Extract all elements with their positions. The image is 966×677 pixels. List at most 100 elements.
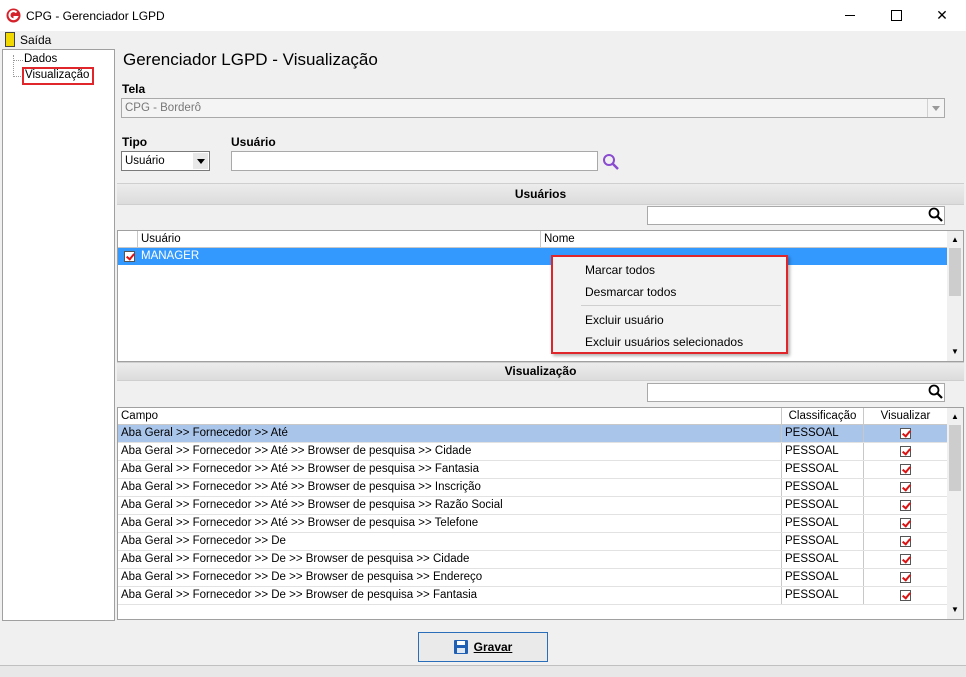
table-row[interactable]: Aba Geral >> Fornecedor >> De >> Browser… <box>118 551 947 569</box>
usuario-input[interactable] <box>231 151 598 171</box>
column-header-nome[interactable]: Nome <box>541 231 947 248</box>
scroll-down-icon[interactable]: ▼ <box>951 605 959 614</box>
table-row[interactable]: Aba Geral >> Fornecedor >> Até >> Browse… <box>118 497 947 515</box>
row-classificacao: PESSOAL <box>782 587 864 604</box>
checkbox-checked-icon <box>900 446 911 457</box>
menu-item-desmarcar-todos[interactable]: Desmarcar todos <box>585 285 676 299</box>
usuarios-scrollbar[interactable]: ▲ ▼ <box>947 231 963 361</box>
gravar-button[interactable]: Gravar <box>418 632 548 662</box>
usuarios-search-input[interactable] <box>647 206 945 225</box>
table-row[interactable]: Aba Geral >> Fornecedor >> Até >> Browse… <box>118 461 947 479</box>
checkbox-checked-icon <box>900 590 911 601</box>
row-classificacao: PESSOAL <box>782 479 864 496</box>
visualizacao-scrollbar[interactable]: ▲ ▼ <box>947 408 963 619</box>
row-campo: Aba Geral >> Fornecedor >> Até >> Browse… <box>118 515 782 532</box>
window-title: CPG - Gerenciador LGPD <box>26 9 165 23</box>
table-row[interactable]: Aba Geral >> Fornecedor >> Até >> Browse… <box>118 443 947 461</box>
navigation-tree: Dados Visualização <box>2 49 115 621</box>
row-campo: Aba Geral >> Fornecedor >> Até >> Browse… <box>118 497 782 514</box>
row-checkbox[interactable] <box>118 248 138 265</box>
table-row[interactable]: Aba Geral >> Fornecedor >> Até PESSOAL <box>118 425 947 443</box>
scroll-up-icon[interactable]: ▲ <box>951 235 959 244</box>
table-row[interactable]: Aba Geral >> Fornecedor >> Até >> Browse… <box>118 479 947 497</box>
row-visualizar-checkbox[interactable] <box>864 569 947 586</box>
row-classificacao: PESSOAL <box>782 497 864 514</box>
menu-item-marcar-todos[interactable]: Marcar todos <box>585 263 655 277</box>
scroll-up-icon[interactable]: ▲ <box>951 412 959 421</box>
tela-select[interactable]: CPG - Borderô <box>121 98 945 118</box>
checkbox-checked-icon <box>900 536 911 547</box>
row-campo: Aba Geral >> Fornecedor >> De >> Browser… <box>118 569 782 586</box>
checkbox-column-header <box>118 231 138 248</box>
row-campo: Aba Geral >> Fornecedor >> De >> Browser… <box>118 587 782 604</box>
usuarios-grid-header: Usuário Nome <box>118 231 947 248</box>
checkbox-checked-icon <box>900 428 911 439</box>
scrollbar-thumb[interactable] <box>949 425 961 491</box>
row-visualizar-checkbox[interactable] <box>864 479 947 496</box>
tree-item-dados[interactable]: Dados <box>24 53 57 65</box>
app-logo-icon <box>6 8 21 23</box>
table-row[interactable]: Aba Geral >> Fornecedor >> De >> Browser… <box>118 569 947 587</box>
row-classificacao: PESSOAL <box>782 515 864 532</box>
table-row[interactable]: MANAGER <box>118 248 947 265</box>
scrollbar-thumb[interactable] <box>949 248 961 296</box>
row-visualizar-checkbox[interactable] <box>864 425 947 442</box>
row-campo: Aba Geral >> Fornecedor >> De >> Browser… <box>118 551 782 568</box>
column-header-classificacao[interactable]: Classificação <box>782 408 864 425</box>
table-row[interactable]: Aba Geral >> Fornecedor >> Até >> Browse… <box>118 515 947 533</box>
menu-item-excluir-usuario[interactable]: Excluir usuário <box>585 313 664 327</box>
menu-saida[interactable]: Saída <box>2 31 52 48</box>
row-visualizar-checkbox[interactable] <box>864 461 947 478</box>
row-campo: Aba Geral >> Fornecedor >> Até >> Browse… <box>118 443 782 460</box>
row-campo: Aba Geral >> Fornecedor >> De <box>118 533 782 550</box>
row-campo: Aba Geral >> Fornecedor >> Até >> Browse… <box>118 479 782 496</box>
row-visualizar-checkbox[interactable] <box>864 551 947 568</box>
menu-saida-label: Saída <box>20 33 52 47</box>
tipo-select-value: Usuário <box>125 155 165 167</box>
row-visualizar-checkbox[interactable] <box>864 533 947 550</box>
door-exit-icon <box>5 32 15 47</box>
search-icon[interactable] <box>928 384 944 400</box>
column-header-campo[interactable]: Campo <box>118 408 782 425</box>
context-menu: Marcar todos Desmarcar todos Excluir usu… <box>551 255 788 354</box>
column-header-usuario[interactable]: Usuário <box>138 231 541 248</box>
table-row[interactable]: Aba Geral >> Fornecedor >> De PESSOAL <box>118 533 947 551</box>
page-title: Gerenciador LGPD - Visualização <box>123 50 378 69</box>
row-visualizar-checkbox[interactable] <box>864 497 947 514</box>
table-row[interactable]: Aba Geral >> Fornecedor >> De >> Browser… <box>118 587 947 605</box>
tela-label: Tela <box>122 82 146 96</box>
menu-separator <box>581 305 781 306</box>
maximize-icon <box>890 10 902 21</box>
row-campo: Aba Geral >> Fornecedor >> Até <box>118 425 782 442</box>
row-classificacao: PESSOAL <box>782 533 864 550</box>
scroll-down-icon[interactable]: ▼ <box>951 347 959 356</box>
minimize-button[interactable] <box>827 0 873 31</box>
row-campo: Aba Geral >> Fornecedor >> Até >> Browse… <box>118 461 782 478</box>
checkbox-checked-icon <box>900 482 911 493</box>
visualizacao-grid-header: Campo Classificação Visualizar <box>118 408 947 425</box>
visualizacao-section-header: Visualização <box>117 362 964 381</box>
checkbox-checked-icon <box>900 464 911 475</box>
column-header-visualizar[interactable]: Visualizar <box>864 408 947 425</box>
checkbox-checked-icon <box>900 554 911 565</box>
search-icon[interactable] <box>602 153 620 171</box>
tela-select-value: CPG - Borderô <box>125 102 202 114</box>
maximize-button[interactable] <box>873 0 919 31</box>
tree-connector <box>13 55 15 77</box>
search-icon[interactable] <box>928 207 944 223</box>
menu-bar <box>0 31 966 49</box>
row-classificacao: PESSOAL <box>782 551 864 568</box>
row-classificacao: PESSOAL <box>782 569 864 586</box>
row-classificacao: PESSOAL <box>782 425 864 442</box>
tipo-select[interactable]: Usuário <box>121 151 210 171</box>
menu-item-excluir-selecionados[interactable]: Excluir usuários selecionados <box>585 335 743 349</box>
row-classificacao: PESSOAL <box>782 461 864 478</box>
visualizacao-search-input[interactable] <box>647 383 945 402</box>
close-button[interactable]: ✕ <box>919 0 965 31</box>
checkbox-checked-icon <box>900 500 911 511</box>
row-visualizar-checkbox[interactable] <box>864 587 947 604</box>
row-visualizar-checkbox[interactable] <box>864 515 947 532</box>
tree-item-visualizacao[interactable]: Visualização <box>25 69 89 81</box>
close-icon: ✕ <box>936 7 948 23</box>
row-visualizar-checkbox[interactable] <box>864 443 947 460</box>
